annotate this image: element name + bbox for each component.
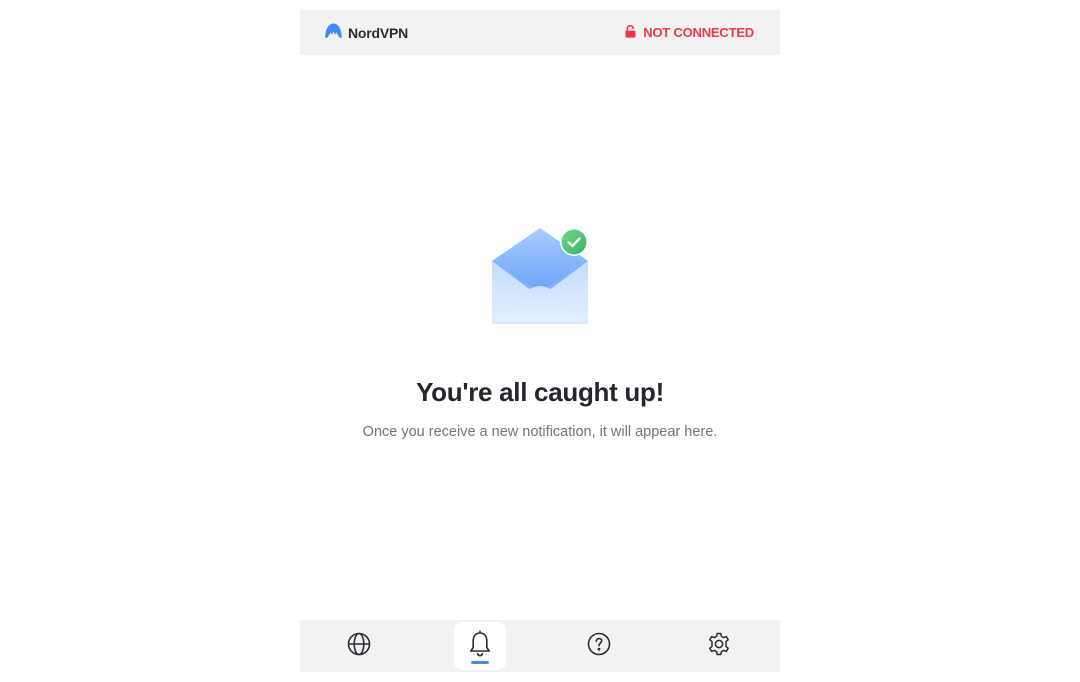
help-icon <box>586 631 612 662</box>
globe-icon <box>346 631 372 662</box>
connection-status[interactable]: NOT CONNECTED <box>625 24 754 41</box>
open-envelope-check-icon <box>488 225 592 334</box>
nav-settings[interactable] <box>693 622 745 670</box>
nav-servers[interactable] <box>333 622 385 670</box>
unlocked-lock-icon <box>625 24 636 41</box>
nav-notifications[interactable] <box>454 622 506 670</box>
brand: NordVPN <box>324 22 408 44</box>
bottom-navigation <box>300 620 780 672</box>
nav-help[interactable] <box>573 622 625 670</box>
empty-state-title: You're all caught up! <box>416 377 664 407</box>
top-bar: NordVPN NOT CONNECTED <box>300 10 780 55</box>
connection-status-label: NOT CONNECTED <box>643 25 754 40</box>
gear-icon <box>706 631 732 662</box>
bell-icon <box>467 629 493 663</box>
empty-state-message: Once you receive a new notification, it … <box>362 424 718 440</box>
nordvpn-logo-icon <box>324 22 343 44</box>
brand-name: NordVPN <box>348 24 409 41</box>
active-tab-indicator <box>471 661 489 664</box>
notifications-empty-state: You're all caught up! Once you receive a… <box>300 55 780 620</box>
app-window: NordVPN NOT CONNECTED You're all caught … <box>300 10 780 672</box>
